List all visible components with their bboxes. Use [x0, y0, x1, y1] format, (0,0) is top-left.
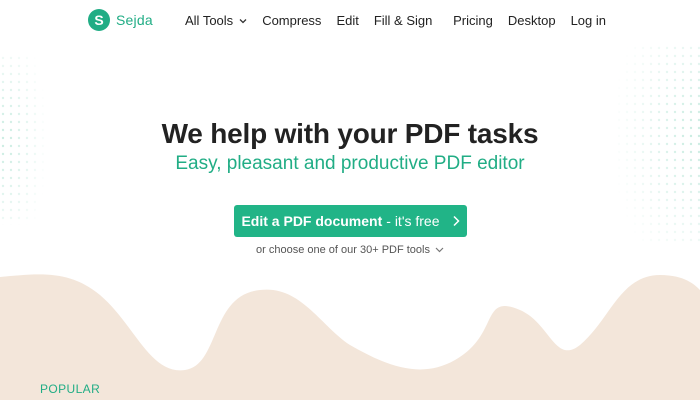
nav-all-tools-label: All Tools — [185, 13, 234, 28]
chevron-down-icon — [435, 247, 444, 253]
chevron-down-icon — [239, 18, 247, 23]
nav-compress[interactable]: Compress — [262, 13, 321, 28]
secondary-nav: Pricing Desktop Log in — [438, 13, 606, 28]
nav-all-tools[interactable]: All Tools — [185, 13, 247, 28]
cta-rest-label: - it's free — [386, 213, 440, 229]
logo-text: Sejda — [116, 12, 153, 28]
more-tools-label: or choose one of our 30+ PDF tools — [256, 244, 430, 256]
cta-strong-label: Edit a PDF document — [241, 213, 383, 229]
nav-log-in[interactable]: Log in — [571, 13, 606, 28]
more-tools-link[interactable]: or choose one of our 30+ PDF tools — [0, 244, 700, 256]
edit-pdf-button[interactable]: Edit a PDF document - it's free — [234, 205, 467, 237]
logo-mark-icon: S — [88, 9, 110, 31]
nav-fill-and-sign[interactable]: Fill & Sign — [374, 13, 433, 28]
hero-subtitle: Easy, pleasant and productive PDF editor — [175, 153, 525, 174]
wave-background — [0, 274, 700, 400]
chevron-right-icon — [452, 215, 460, 227]
nav-desktop[interactable]: Desktop — [508, 13, 556, 28]
top-navigation: S Sejda All Tools Compress Edit Fill & S… — [0, 0, 700, 42]
page: S Sejda All Tools Compress Edit Fill & S… — [0, 0, 700, 400]
nav-edit[interactable]: Edit — [336, 13, 358, 28]
hero-title: We help with your PDF tasks — [161, 118, 539, 149]
primary-nav: All Tools Compress Edit Fill & Sign — [185, 13, 447, 28]
nav-pricing[interactable]: Pricing — [453, 13, 493, 28]
sejda-logo[interactable]: S Sejda — [88, 9, 153, 31]
popular-section-label: POPULAR — [40, 382, 101, 396]
